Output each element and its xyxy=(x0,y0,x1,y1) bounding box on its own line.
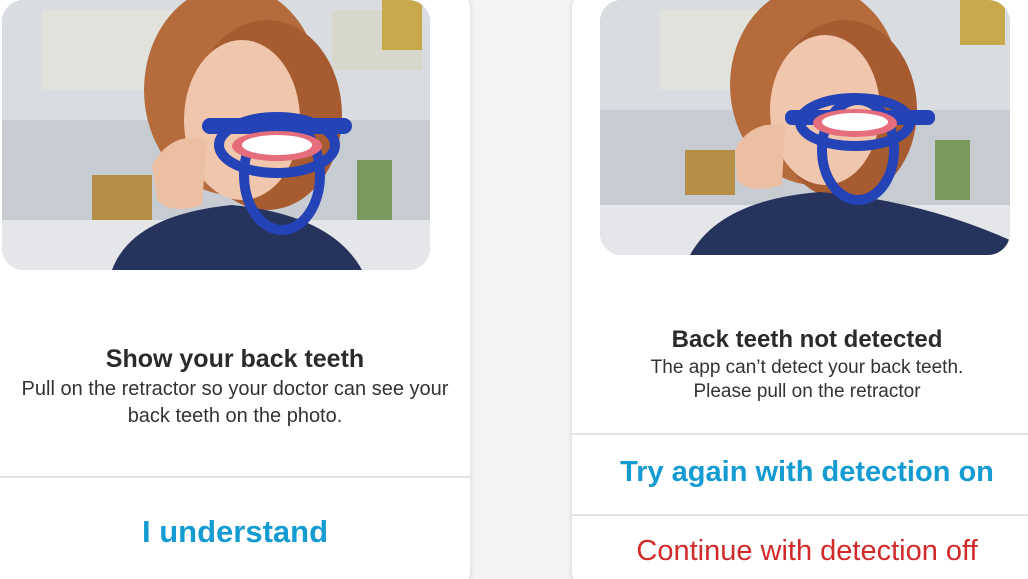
divider xyxy=(572,514,1028,516)
retractor-example-photo xyxy=(600,0,1010,255)
detection-failed-card: Back teeth not detected The app can’t de… xyxy=(572,0,1028,579)
error-body: The app can’t detect your back teeth. Pl… xyxy=(572,356,1028,404)
instruction-card: Show your back teeth Pull on the retract… xyxy=(0,0,470,579)
instruction-body: Pull on the retractor so your doctor can… xyxy=(21,378,449,427)
i-understand-button[interactable]: I understand xyxy=(0,514,470,550)
retractor-example-photo xyxy=(2,0,430,270)
instruction-title: Show your back teeth xyxy=(105,345,365,373)
divider xyxy=(0,476,470,478)
error-title: Back teeth not detected xyxy=(671,326,943,353)
divider xyxy=(572,433,1028,435)
photo-illustration xyxy=(2,0,430,270)
continue-detection-off-button[interactable]: Continue with detection off xyxy=(572,535,1028,568)
screen: Show your back teeth Pull on the retract… xyxy=(0,0,1028,579)
error-body-line-2: Please pull on the retractor xyxy=(693,381,921,402)
photo-illustration xyxy=(600,0,1010,255)
error-body-line-1: The app can’t detect your back teeth. xyxy=(650,357,964,378)
try-again-detection-on-button[interactable]: Try again with detection on xyxy=(572,456,1028,489)
